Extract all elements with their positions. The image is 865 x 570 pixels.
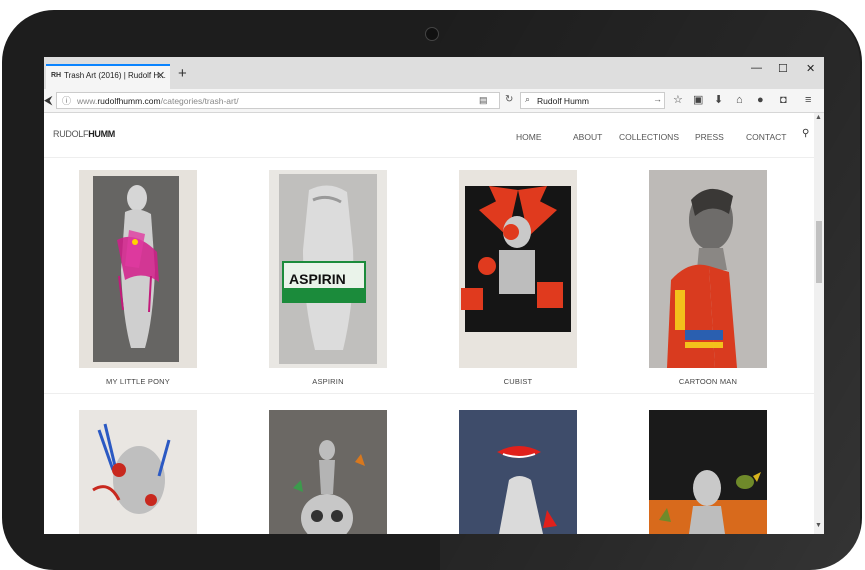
artwork-image: ASPIRIN: [279, 174, 377, 364]
url-bar[interactable]: ⓘ www.rudolfhumm.com/categories/trash-ar…: [56, 92, 500, 109]
search-bar[interactable]: ⌕ Rudolf Humm →: [520, 92, 665, 109]
chat-icon[interactable]: ●: [757, 94, 764, 106]
bookmark-star-icon[interactable]: ☆: [673, 94, 683, 106]
artwork-title[interactable]: MY LITTLE PONY: [79, 377, 197, 386]
browser-tab[interactable]: RH Trash Art (2016) | Rudolf H... ✕: [46, 64, 170, 89]
nav-about[interactable]: ABOUT: [573, 132, 602, 142]
artwork-image: [649, 470, 767, 534]
close-tab-icon[interactable]: ✕: [156, 69, 165, 82]
search-icon: ⌕: [525, 94, 531, 104]
tab-title: Trash Art (2016) | Rudolf H...: [64, 71, 166, 80]
logo-bold: HUMM: [88, 129, 115, 139]
artwork-row2-3[interactable]: [459, 410, 577, 534]
home-icon[interactable]: ⌂: [736, 94, 743, 106]
nav-contact[interactable]: CONTACT: [746, 132, 786, 142]
scroll-up-icon[interactable]: ▲: [815, 114, 822, 121]
site-header: RUDOLFHUMM HOME ABOUT COLLECTIONS PRESS …: [44, 113, 814, 158]
nav-collections[interactable]: COLLECTIONS: [619, 132, 679, 142]
download-icon[interactable]: ⬇: [714, 94, 723, 106]
row-divider: [44, 393, 814, 394]
url-domain: rudolfhumm.com: [97, 96, 161, 106]
browser-navbar: ⮜ ⓘ www.rudolfhumm.com/categories/trash-…: [44, 89, 824, 113]
artwork-image: [461, 186, 571, 332]
scroll-thumb[interactable]: [816, 221, 822, 283]
browser-titlebar: RH Trash Art (2016) | Rudolf H... ✕ + — …: [44, 57, 824, 89]
url-path: /categories/trash-art/: [160, 96, 239, 106]
artwork-image: [269, 410, 387, 534]
artwork-cartoon-man[interactable]: [649, 170, 767, 368]
artwork-title[interactable]: CARTOON MAN: [649, 377, 767, 386]
search-input[interactable]: Rudolf Humm: [537, 96, 589, 106]
url-text: www.rudolfhumm.com/categories/trash-art/: [77, 96, 239, 106]
new-tab-icon[interactable]: +: [178, 66, 187, 81]
artwork-row2-2[interactable]: [269, 410, 387, 534]
browser-screen: RH Trash Art (2016) | Rudolf H... ✕ + — …: [44, 57, 824, 534]
artwork-title[interactable]: CUBIST: [459, 377, 577, 386]
artwork-my-little-pony[interactable]: [79, 170, 197, 368]
reload-icon[interactable]: ↻: [505, 94, 513, 105]
artwork-image: [649, 170, 767, 368]
camera-icon: [425, 27, 439, 41]
page-scrollbar[interactable]: ▲ ▼: [814, 113, 824, 534]
favicon-icon: RH: [51, 72, 62, 79]
info-icon[interactable]: ⓘ: [62, 94, 71, 107]
artwork-image: [497, 446, 557, 534]
aspirin-text: ASPIRIN: [289, 271, 346, 287]
artwork-title[interactable]: ASPIRIN: [269, 377, 387, 386]
url-prefix: www.: [77, 96, 98, 106]
maximize-icon[interactable]: ☐: [778, 62, 788, 75]
site-search-icon[interactable]: ⚲: [802, 128, 809, 139]
logo-light: RUDOLF: [53, 129, 89, 139]
pocket-icon[interactable]: ◘: [780, 94, 787, 106]
site-logo[interactable]: RUDOLFHUMM: [53, 129, 115, 139]
nav-press[interactable]: PRESS: [695, 132, 724, 142]
reading-list-icon[interactable]: ▣: [693, 94, 703, 106]
hamburger-menu-icon[interactable]: ≡: [805, 94, 811, 106]
reader-icon[interactable]: ▤: [479, 95, 488, 106]
back-icon[interactable]: ⮜: [44, 93, 53, 108]
scroll-down-icon[interactable]: ▼: [815, 522, 822, 529]
close-window-icon[interactable]: ✕: [806, 62, 815, 75]
artwork-cubist[interactable]: [459, 170, 577, 368]
minimize-icon[interactable]: —: [751, 62, 762, 74]
artwork-image: [93, 176, 179, 362]
artwork-row2-4[interactable]: [649, 410, 767, 534]
artwork-row2-1[interactable]: [79, 410, 197, 534]
artwork-aspirin[interactable]: ASPIRIN: [269, 170, 387, 368]
artwork-image: [92, 423, 171, 514]
forward-arrow-icon[interactable]: →: [653, 94, 662, 104]
nav-home[interactable]: HOME: [516, 132, 542, 142]
